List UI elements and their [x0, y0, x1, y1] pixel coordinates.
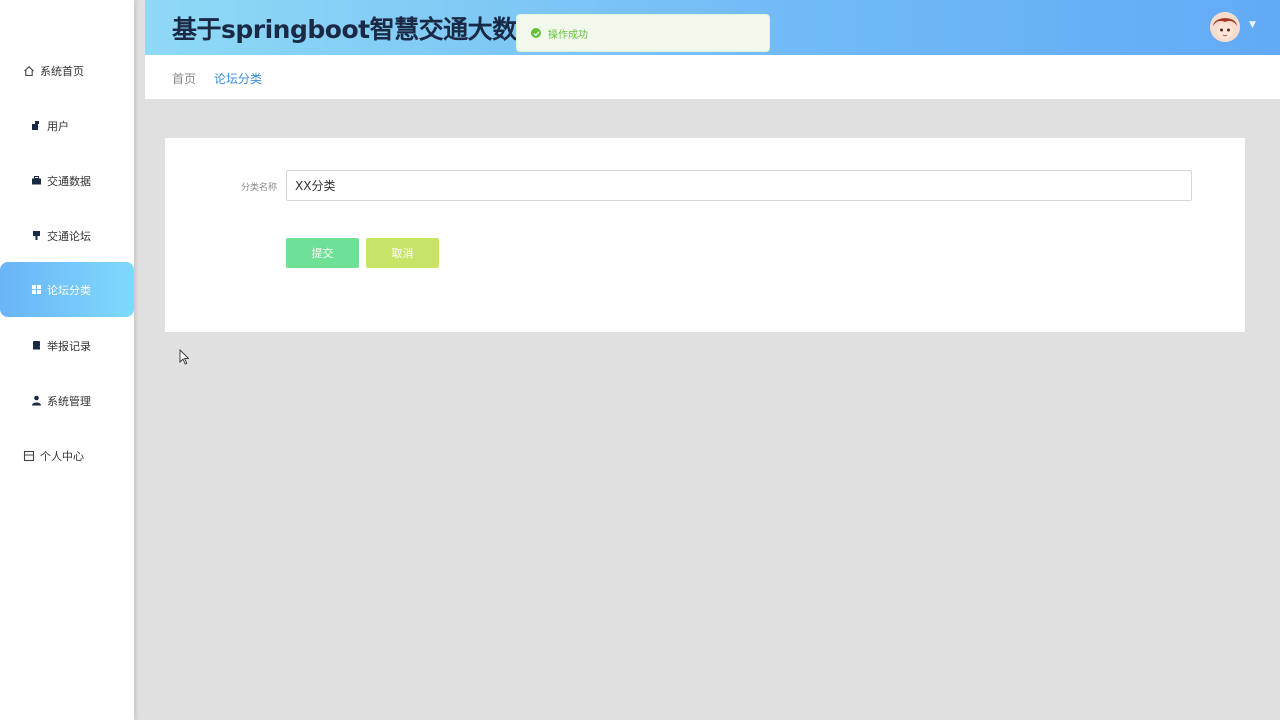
sidebar-item-system[interactable]: 系统管理	[0, 373, 134, 428]
category-form: 分类名称 提交 取消	[165, 138, 1245, 332]
pin-icon	[29, 229, 43, 243]
sidebar-item-traffic-data[interactable]: 交通数据	[0, 153, 134, 208]
category-name-input[interactable]	[286, 170, 1192, 201]
person-icon	[29, 394, 43, 408]
sidebar-item-traffic-forum[interactable]: 交通论坛	[0, 208, 134, 263]
breadcrumb-current: 论坛分类	[214, 72, 263, 86]
sidebar-item-profile[interactable]: 个人中心	[0, 428, 134, 483]
sidebar-item-forum-category[interactable]: 论坛分类	[0, 262, 134, 317]
cancel-button[interactable]: 取消	[366, 238, 439, 268]
sidebar-item-label: 交通论坛	[47, 229, 91, 243]
avatar[interactable]	[1210, 12, 1240, 42]
user-icon	[29, 119, 43, 133]
caret-down-icon[interactable]: ▼	[1249, 20, 1256, 30]
sidebar-item-label: 个人中心	[40, 449, 84, 463]
submit-button[interactable]: 提交	[286, 238, 359, 268]
breadcrumb-home[interactable]: 首页	[172, 70, 196, 87]
sidebar-item-label: 举报记录	[47, 339, 91, 353]
sidebar-item-user[interactable]: 用户	[0, 98, 134, 153]
sidebar: 系统首页 用户 交通数据 交通论坛 论坛分类 举报记录 系统管理 个人中心	[0, 0, 134, 720]
sidebar-item-label: 用户	[47, 119, 69, 133]
mouse-cursor-icon	[179, 348, 190, 369]
check-circle-icon	[531, 28, 541, 38]
sidebar-item-label: 交通数据	[47, 174, 91, 188]
category-name-label: 分类名称	[241, 183, 278, 193]
success-toast: 操作成功	[516, 14, 770, 52]
breadcrumb: 首页 论坛分类	[145, 55, 1280, 99]
sidebar-item-label: 系统管理	[47, 394, 91, 408]
sidebar-item-label: 论坛分类	[47, 283, 91, 297]
briefcase-icon	[29, 174, 43, 188]
toast-message: 操作成功	[548, 29, 588, 41]
panel-icon	[22, 449, 36, 463]
sidebar-item-report[interactable]: 举报记录	[0, 318, 134, 373]
grid-icon	[29, 283, 43, 297]
sidebar-item-label: 系统首页	[40, 64, 84, 78]
home-icon	[22, 64, 36, 78]
sidebar-item-home[interactable]: 系统首页	[0, 43, 134, 98]
app-title: 基于springboot智慧交通大数据	[172, 15, 542, 44]
chair-icon	[29, 339, 43, 353]
